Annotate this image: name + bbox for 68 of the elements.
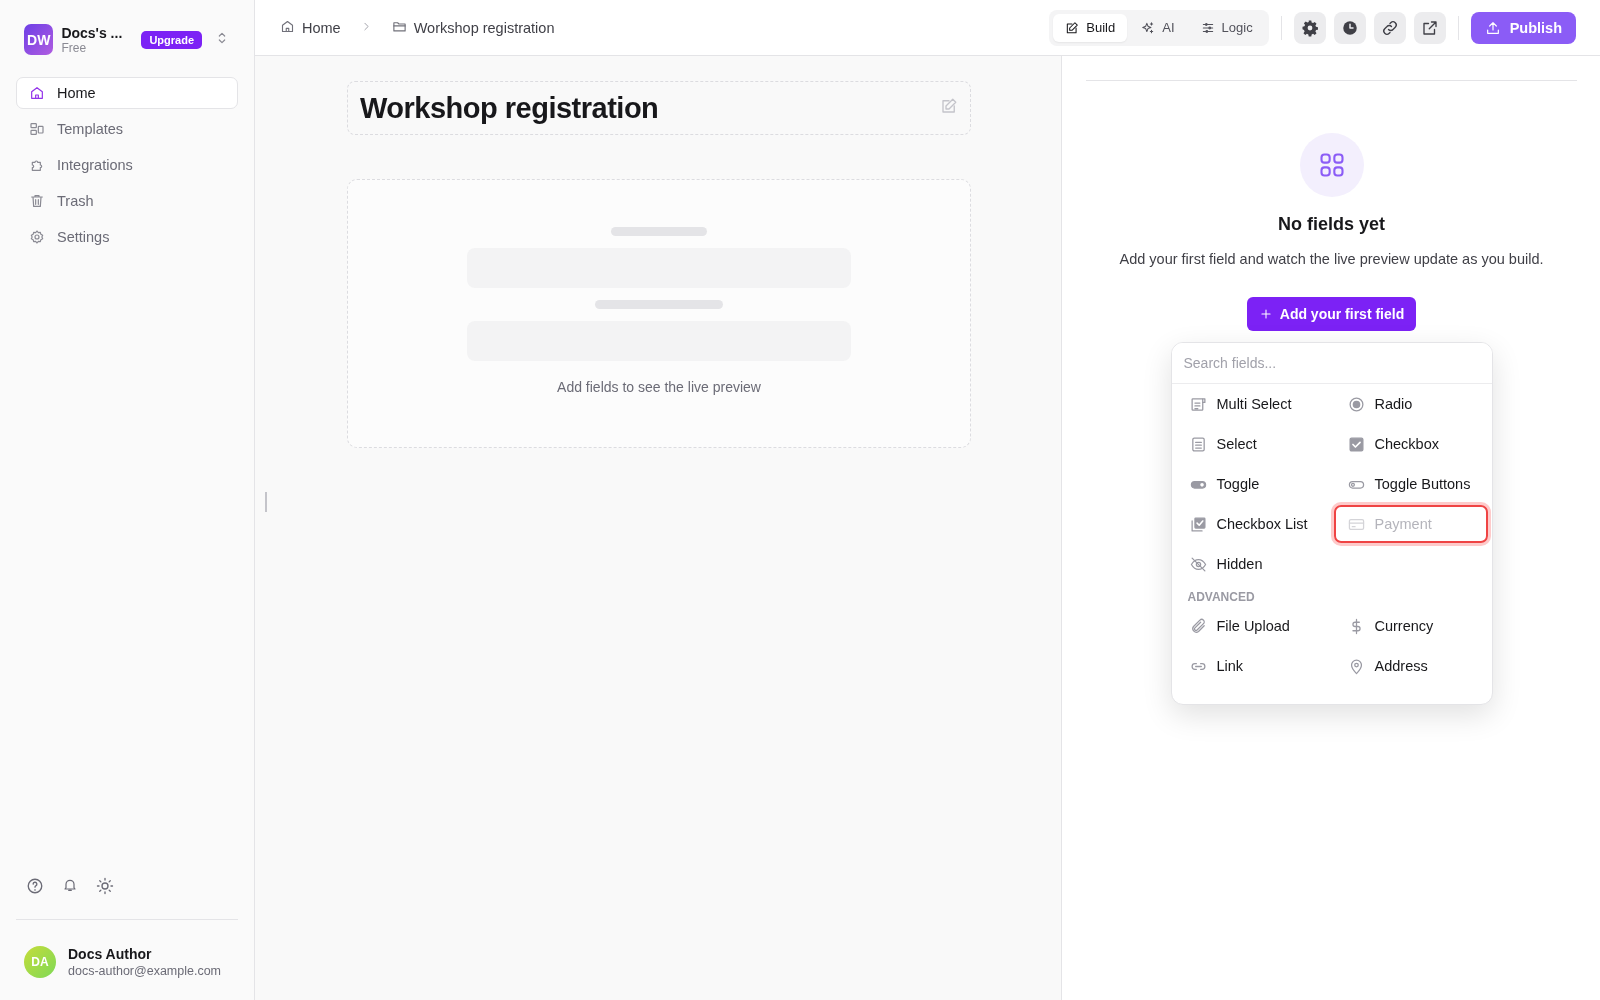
field-type-option[interactable]: Toggle Buttons bbox=[1333, 465, 1488, 503]
sidebar-item[interactable]: Home bbox=[16, 77, 238, 109]
field-type-option[interactable]: File Upload bbox=[1175, 607, 1330, 645]
home-icon bbox=[29, 85, 45, 101]
empty-state-title: No fields yet bbox=[1278, 214, 1385, 235]
help-icon bbox=[26, 877, 44, 895]
form-title-box[interactable]: Workshop registration bbox=[347, 81, 971, 135]
field-type-option[interactable]: Select bbox=[1175, 425, 1330, 463]
upgrade-button[interactable]: Upgrade bbox=[141, 30, 202, 49]
empty-state-text: Add your first field and watch the live preview update as you build. bbox=[1119, 251, 1544, 267]
breadcrumb-link[interactable]: Workshop registration bbox=[413, 19, 555, 36]
mode-tab[interactable]: Build bbox=[1053, 13, 1128, 42]
section-heading: ADVANCED bbox=[1186, 589, 1256, 606]
home-icon bbox=[280, 18, 295, 34]
sun-icon bbox=[96, 877, 114, 895]
history-button[interactable] bbox=[1333, 11, 1366, 44]
plan-label: Free bbox=[61, 40, 88, 55]
sidebar-item[interactable]: Settings bbox=[16, 221, 238, 253]
search-field[interactable]: Search fields... bbox=[1171, 343, 1492, 384]
external-link-icon bbox=[1420, 18, 1439, 37]
edit-icon bbox=[940, 97, 958, 115]
grid-icon bbox=[1317, 151, 1346, 179]
mode-tab[interactable]: Logic bbox=[1188, 13, 1265, 42]
sidebar-item[interactable]: Integrations bbox=[16, 149, 238, 181]
eye-off-icon bbox=[1189, 555, 1207, 573]
edit-icon bbox=[1065, 20, 1080, 35]
gear-icon bbox=[1300, 18, 1319, 37]
field-type-option[interactable]: Link bbox=[1175, 647, 1330, 685]
list-box-icon bbox=[1189, 395, 1207, 413]
open-external-button[interactable] bbox=[1413, 11, 1446, 44]
radio-icon bbox=[1347, 395, 1365, 413]
field-type-option[interactable]: Address bbox=[1333, 647, 1488, 685]
field-type-option[interactable]: Radio bbox=[1333, 385, 1488, 423]
field-type-option[interactable]: Currency bbox=[1333, 607, 1488, 645]
breadcrumb-link[interactable]: Home bbox=[302, 19, 341, 36]
sidebar-item[interactable]: Trash bbox=[16, 185, 238, 217]
user-email: docs-author@example.com bbox=[68, 964, 222, 978]
preview-hint: Add fields to see the live preview bbox=[557, 379, 761, 395]
clock-icon bbox=[1340, 18, 1359, 37]
plus-icon bbox=[1258, 307, 1273, 321]
sliders-icon bbox=[1200, 20, 1215, 35]
field-type-option[interactable]: Hidden bbox=[1175, 545, 1330, 583]
puzzle-icon bbox=[29, 157, 45, 173]
add-field-button[interactable]: Add your first field bbox=[1246, 297, 1417, 331]
resize-handle[interactable] bbox=[265, 492, 267, 512]
layout-icon bbox=[29, 121, 45, 137]
field-type-option[interactable]: Toggle bbox=[1175, 465, 1330, 503]
publish-button[interactable]: Publish bbox=[1470, 11, 1576, 44]
user-name: Docs Author bbox=[68, 946, 153, 962]
sidebar-item[interactable]: Templates bbox=[16, 113, 238, 145]
gear-icon bbox=[29, 229, 45, 245]
share-link-button[interactable] bbox=[1373, 11, 1406, 44]
checkbox-list-icon bbox=[1189, 515, 1207, 533]
bell-icon bbox=[62, 877, 78, 893]
field-type-option[interactable]: Checkbox bbox=[1333, 425, 1488, 463]
trash-icon bbox=[29, 193, 45, 209]
paperclip-icon bbox=[1189, 617, 1207, 635]
field-type-option[interactable]: Checkbox List bbox=[1175, 505, 1330, 543]
settings-button[interactable] bbox=[1293, 11, 1326, 44]
sparkles-icon bbox=[1141, 20, 1156, 35]
workspace-name: Docs's ... bbox=[61, 24, 124, 41]
field-type-option[interactable]: Multi Select bbox=[1175, 385, 1330, 423]
upload-icon bbox=[1484, 19, 1501, 36]
list-box-icon bbox=[1189, 435, 1207, 453]
mode-tab[interactable]: AI bbox=[1129, 13, 1187, 42]
link-icon bbox=[1380, 18, 1399, 37]
checkbox-icon bbox=[1347, 435, 1365, 453]
workspace-avatar[interactable]: DW bbox=[24, 24, 54, 55]
